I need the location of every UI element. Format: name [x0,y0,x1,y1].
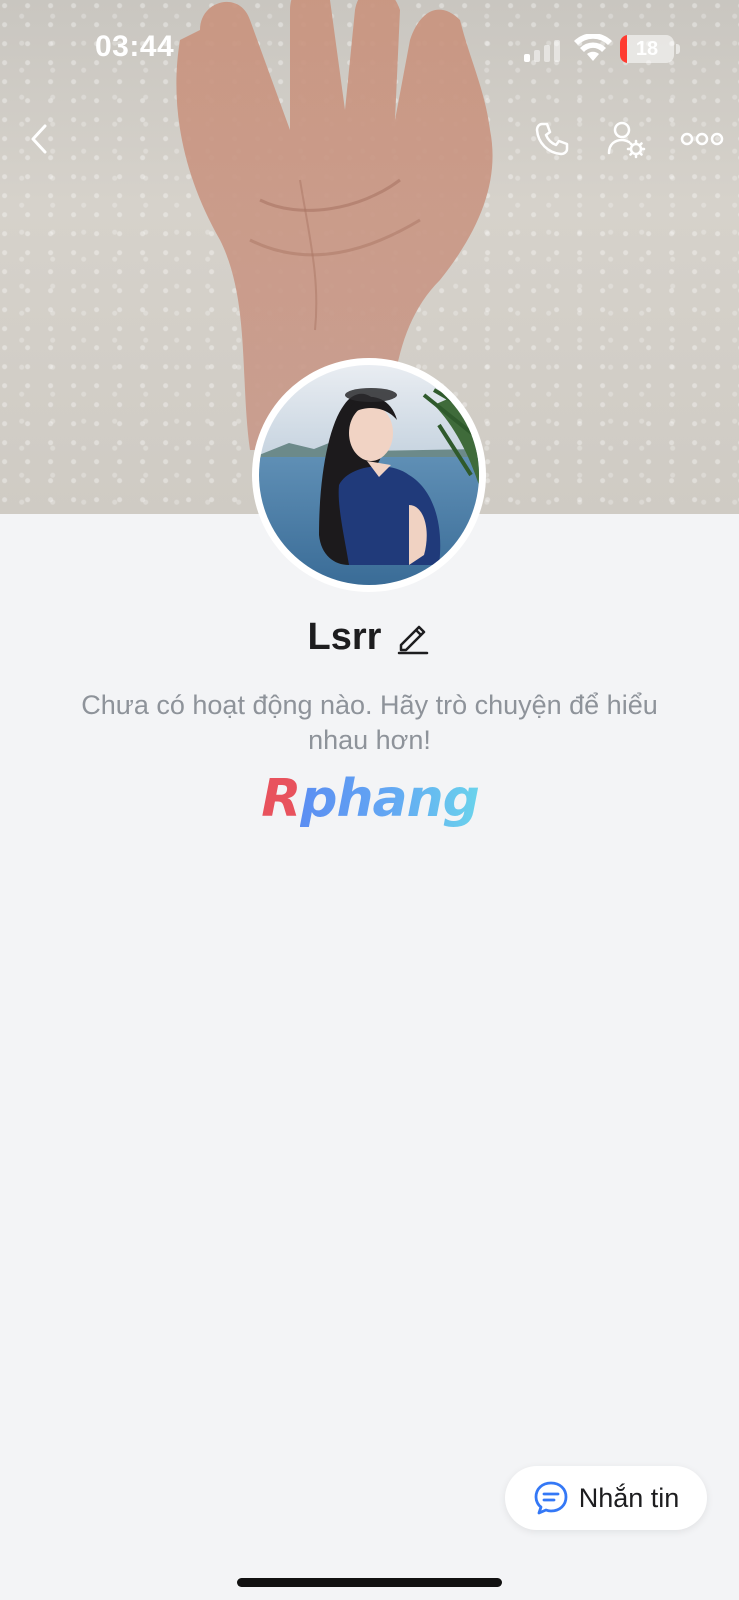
battery-icon: 18 [620,35,674,63]
wifi-icon [574,34,612,61]
battery-level: 18 [635,37,659,60]
empty-activity-message: Chưa có hoạt động nào. Hãy trò chuyện để… [81,690,658,755]
watermark-rest: phang [300,769,480,829]
battery-fill [620,35,627,63]
home-indicator[interactable] [237,1578,502,1587]
message-button-label: Nhắn tin [578,1482,680,1513]
chevron-left-icon [31,124,47,154]
status-bar: 03:44 18 [0,0,739,100]
battery-nub [676,44,680,54]
profile-name: Lsrr [307,615,382,658]
more-options-button[interactable] [674,111,730,167]
user-settings-icon [607,121,646,159]
profile-settings-button[interactable] [598,111,654,167]
profile-name-row: Lsrr [0,612,739,662]
avatar[interactable] [252,358,486,592]
watermark-first-letter: R [261,769,301,829]
more-horizontal-icon [680,132,724,146]
status-time: 03:44 [95,30,175,63]
back-button[interactable] [12,111,68,167]
message-button[interactable]: Nhắn tin [505,1466,707,1530]
call-button[interactable] [524,111,580,167]
cellular-signal-icon [524,40,560,62]
avatar-image [259,365,479,585]
phone-icon [535,122,569,156]
watermark-logo: Rphang [255,768,485,830]
profile-screen: 03:44 18 Lsrr Chưa có hoạt động nào. Hãy… [0,0,739,1600]
chat-bubble-icon [534,1481,568,1515]
pencil-icon[interactable] [395,619,431,655]
